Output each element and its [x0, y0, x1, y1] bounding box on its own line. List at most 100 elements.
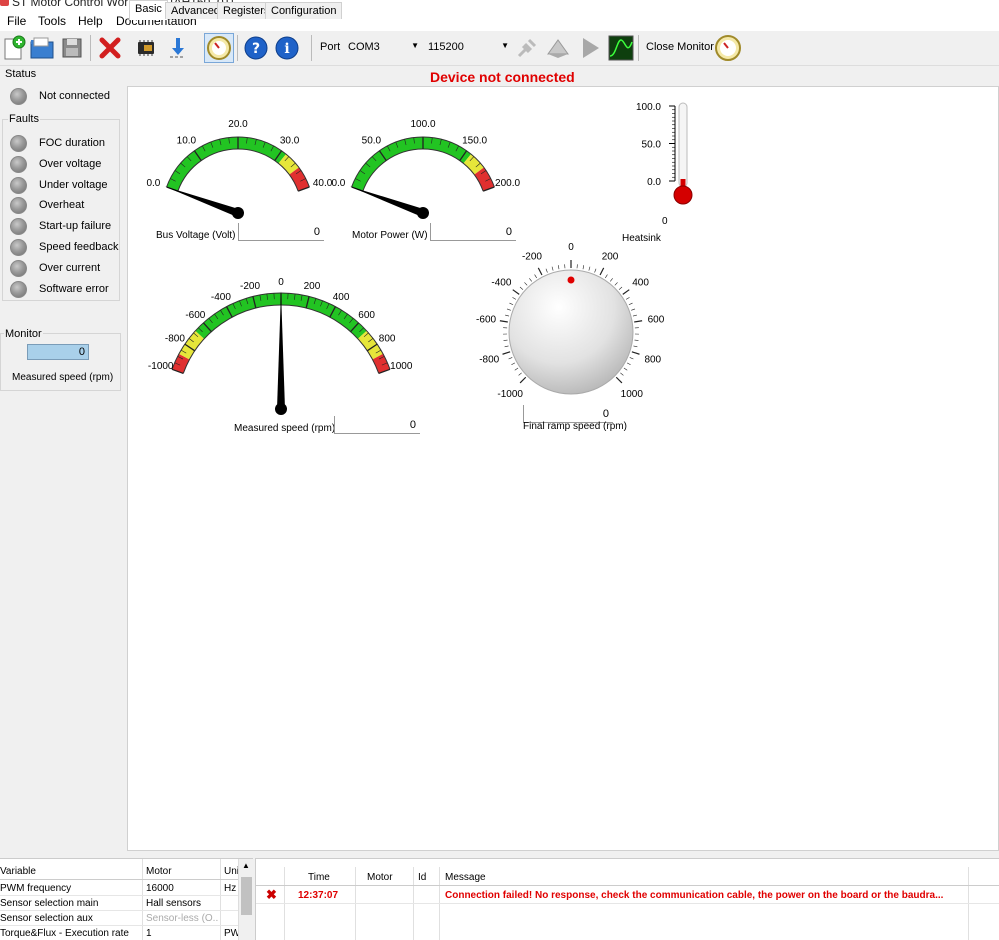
heatsink-tube [678, 102, 688, 188]
save-icon [62, 38, 82, 58]
measured-speed-needle [277, 291, 285, 409]
port-value: COM3 [348, 41, 380, 53]
final-ramp-tick [529, 278, 533, 282]
final-ramp-tick [609, 278, 613, 282]
final-ramp-tick [594, 268, 597, 273]
final-ramp-tick [505, 314, 510, 317]
fault-label: Over current [39, 262, 101, 274]
info-button[interactable]: i [272, 33, 302, 63]
var-header-variable[interactable]: Variable [0, 866, 140, 877]
bus-voltage-tick-label: 30.0 [280, 135, 300, 146]
fault-led [10, 155, 27, 173]
new-project-button[interactable] [0, 33, 30, 63]
var-row-value[interactable]: 16000 [146, 883, 218, 894]
log-header-id[interactable]: Id [418, 872, 426, 883]
final-ramp-tick-label: 400 [632, 277, 649, 288]
var-row-value[interactable]: 1 [146, 928, 218, 939]
heatsink-caption: Heatsink [622, 233, 661, 244]
log-header-time[interactable]: Time [308, 872, 330, 883]
download-button[interactable] [163, 33, 193, 63]
info-icon: i [275, 36, 299, 60]
bus-voltage-tick-label: 20.0 [228, 119, 248, 130]
final-ramp-tick [631, 351, 640, 355]
var-row-name[interactable]: Sensor selection main [0, 898, 140, 909]
connection-status-message: Device not connected [430, 69, 575, 85]
chip-button[interactable] [131, 33, 161, 63]
var-header-motor[interactable]: Motor [146, 866, 218, 877]
monitor-title: Monitor [4, 328, 43, 340]
var-row-name[interactable]: Sensor selection aux [0, 913, 140, 924]
gauges-canvas: 0.010.020.030.040.0 0.050.0100.0150.0200.… [146, 102, 693, 415]
measured-speed-value: 0 [334, 416, 420, 434]
var-row-value[interactable]: Sensor-less (O... [146, 913, 218, 924]
final-ramp-tick [588, 266, 591, 271]
monitor-toggle-button[interactable] [204, 33, 234, 63]
help-button[interactable]: ? [241, 33, 271, 63]
plotter-button[interactable] [606, 33, 636, 63]
save-button[interactable] [57, 33, 87, 63]
red-x-icon [99, 37, 121, 59]
tab-configuration[interactable]: Configuration [265, 2, 343, 19]
fault-row-foc-duration: FOC duration [10, 134, 105, 152]
fault-label: Software error [39, 283, 109, 295]
bus-voltage-needle [164, 186, 240, 217]
motor-power-tick-label: 50.0 [362, 135, 382, 146]
port-select[interactable]: COM3 ▼ [344, 38, 422, 58]
close-monitor-label[interactable]: Close Monitor [646, 41, 714, 53]
bus-voltage-zone [278, 154, 299, 175]
log-header-message[interactable]: Message [445, 872, 486, 883]
log-header-motor[interactable]: Motor [367, 872, 393, 883]
menu-tools[interactable]: Tools [38, 14, 66, 28]
baud-select[interactable]: 115200 ▼ [424, 38, 512, 58]
upload-button[interactable] [543, 33, 573, 63]
start-button[interactable] [575, 33, 605, 63]
final-ramp-tick [582, 265, 585, 270]
final-ramp-tick-label: -1000 [497, 389, 523, 400]
measured-speed-tick-label: -600 [185, 310, 205, 321]
close-monitor-button[interactable] [713, 33, 743, 63]
fault-led [10, 217, 27, 235]
final-ramp-tick-label: -800 [479, 355, 499, 366]
final-ramp-tick [499, 320, 508, 323]
motor-power-caption: Motor Power (W) [352, 230, 428, 241]
var-row-value[interactable]: Hall sensors [146, 898, 218, 909]
final-ramp-tick-label: 800 [644, 355, 661, 366]
final-ramp-tick [628, 302, 633, 306]
variables-scrollbar[interactable]: ▲ [238, 859, 253, 940]
final-ramp-tick [615, 376, 623, 384]
folder-open-icon [30, 37, 54, 59]
tab-basic[interactable]: Basic [129, 0, 168, 20]
variables-grid: Variable Motor Uni PWM frequency 16000 H… [0, 858, 253, 940]
final-ramp-tick [518, 372, 522, 376]
final-ramp-tick [605, 274, 608, 279]
measured-speed-tick-label: -400 [211, 292, 231, 303]
measured-speed-tick-label: 800 [379, 333, 396, 344]
measured-speed-needle-hub [275, 403, 287, 415]
chevron-up-icon[interactable]: ▲ [242, 861, 250, 870]
new-file-icon [4, 35, 26, 60]
motor-power-tick-label: 0.0 [331, 178, 345, 189]
chip-icon [138, 40, 154, 56]
final-ramp-tick [634, 320, 643, 323]
final-ramp-tick [508, 357, 513, 360]
final-ramp-tick-label: 1000 [621, 389, 644, 400]
open-button[interactable] [27, 33, 57, 63]
log-row-message[interactable]: Connection failed! No response, check th… [445, 890, 965, 901]
var-header-unit[interactable]: Uni [224, 866, 238, 877]
menu-file[interactable]: File [7, 14, 26, 28]
bus-voltage-caption: Bus Voltage (Volt) [156, 230, 236, 241]
scrollbar-thumb[interactable] [241, 877, 252, 915]
log-panel: Time Motor Id Message ✖ 12:37:07 Connect… [255, 858, 999, 940]
var-row-name[interactable]: Torque&Flux - Execution rate [0, 928, 140, 939]
var-row-name[interactable]: PWM frequency [0, 883, 140, 894]
menu-help[interactable]: Help [78, 14, 103, 28]
measured-speed-caption: Measured speed (rpm) [234, 423, 336, 434]
delete-button[interactable] [95, 33, 125, 63]
final-ramp-tick [551, 266, 554, 271]
fault-row-speed-feedback: Speed feedback [10, 238, 119, 256]
question-icon: ? [244, 36, 268, 60]
connect-button[interactable] [512, 33, 542, 63]
log-row-time[interactable]: 12:37:07 [298, 890, 338, 901]
fault-row-over-voltage: Over voltage [10, 155, 101, 173]
final-ramp-tick [506, 308, 511, 311]
